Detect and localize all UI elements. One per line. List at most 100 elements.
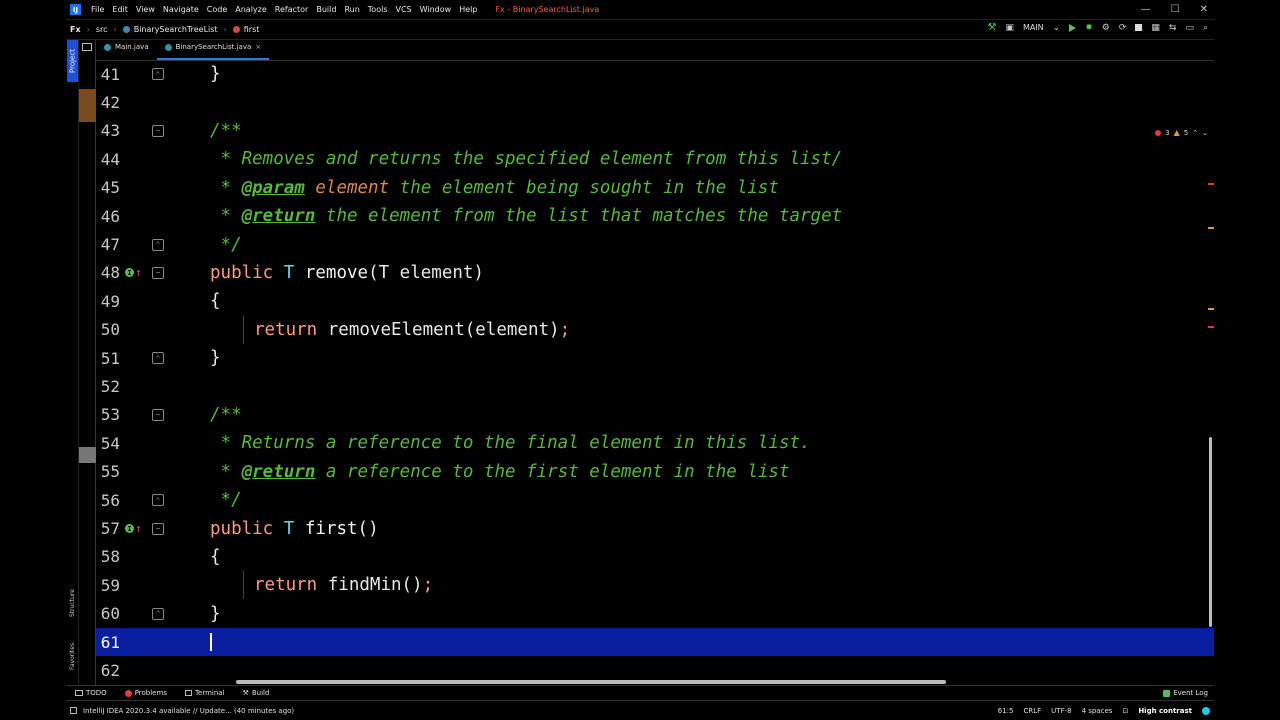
status-message[interactable]: IntelliJ IDEA 2020.3.4 available // Upda… bbox=[83, 707, 294, 715]
code-line[interactable]: 57 I ↑ − public T first() bbox=[96, 514, 1214, 542]
javadoc-tag[interactable]: @return bbox=[242, 462, 316, 482]
code-line[interactable]: 47 ⌃ */ bbox=[96, 230, 1214, 258]
menu-navigate[interactable]: Navigate bbox=[159, 5, 203, 14]
event-log-button[interactable]: Event Log bbox=[1163, 689, 1208, 697]
fold-end-icon[interactable]: ⌃ bbox=[152, 352, 164, 365]
close-window-button[interactable]: ✕ bbox=[1200, 4, 1208, 15]
line-number[interactable]: 53 bbox=[96, 405, 120, 424]
method-call[interactable]: findMin() bbox=[328, 575, 423, 595]
line-number[interactable]: 60 bbox=[96, 604, 120, 623]
breadcrumb-class[interactable]: BinarySearchTreeList bbox=[119, 25, 222, 34]
code-line[interactable]: 53 − /** bbox=[96, 401, 1214, 429]
method-call[interactable]: removeElement(element) bbox=[328, 320, 560, 340]
code-line[interactable]: 51 ⌃} bbox=[96, 344, 1214, 372]
code-line[interactable]: 48 I ↑ − public T remove(T element) bbox=[96, 259, 1214, 287]
code-line[interactable]: 46 * @return the element from the list t… bbox=[96, 202, 1214, 230]
code-line[interactable]: 52 bbox=[96, 372, 1214, 400]
line-number[interactable]: 58 bbox=[96, 547, 120, 566]
line-number[interactable]: 62 bbox=[96, 661, 120, 680]
line-number[interactable]: 51 bbox=[96, 349, 120, 368]
line-number[interactable]: 52 bbox=[96, 377, 120, 396]
code-line[interactable]: 59 return findMin(); bbox=[96, 571, 1214, 600]
breadcrumb-project[interactable]: Fx bbox=[66, 25, 85, 34]
project-tool-tab[interactable]: Project bbox=[67, 40, 78, 82]
debug-icon[interactable]: ✹ bbox=[1085, 23, 1093, 33]
menu-edit[interactable]: Edit bbox=[108, 5, 132, 14]
build-tool-button[interactable]: ⚒ Build bbox=[234, 689, 279, 697]
line-number[interactable]: 55 bbox=[96, 462, 120, 481]
color-scheme[interactable]: High contrast bbox=[1138, 707, 1192, 715]
code-line[interactable]: 60 ⌃} bbox=[96, 600, 1214, 628]
code-line[interactable]: 44 * Removes and returns the specified e… bbox=[96, 145, 1214, 173]
fold-collapse-icon[interactable]: − bbox=[152, 266, 164, 279]
menu-analyze[interactable]: Analyze bbox=[231, 5, 271, 14]
menu-view[interactable]: View bbox=[132, 5, 159, 14]
chevron-down-icon[interactable]: ⌄ bbox=[1053, 23, 1061, 33]
code-line[interactable]: 61 bbox=[96, 628, 1214, 657]
code-editor[interactable]: 41 ⌃} 42 43 − /** 44 * Removes and returns the… bbox=[96, 61, 1214, 682]
project-structure-icon[interactable]: ▦ bbox=[1151, 23, 1160, 33]
error-marker[interactable] bbox=[1208, 183, 1214, 185]
lock-icon[interactable]: ⊡ bbox=[1122, 707, 1128, 715]
notifications-icon[interactable] bbox=[1202, 706, 1210, 715]
window-icon[interactable]: ▭ bbox=[1185, 23, 1194, 33]
warning-marker[interactable] bbox=[1208, 227, 1214, 229]
implements-gutter-icon[interactable]: I ↑ bbox=[125, 266, 142, 279]
code-line[interactable]: 50 return removeElement(element); bbox=[96, 315, 1214, 344]
menu-refactor[interactable]: Refactor bbox=[271, 5, 313, 14]
code-line[interactable]: 62 bbox=[96, 656, 1214, 682]
breadcrumb-method[interactable]: first bbox=[229, 25, 264, 34]
line-number[interactable]: 56 bbox=[96, 491, 120, 510]
code-line[interactable]: 41 ⌃} bbox=[96, 61, 1214, 88]
tab-binarysearchlist-java[interactable]: BinarySearchList.java × bbox=[156, 39, 270, 60]
structure-tool-tab[interactable]: Structure bbox=[67, 585, 78, 621]
menu-help[interactable]: Help bbox=[455, 5, 481, 14]
search-icon[interactable]: ⌕ bbox=[1203, 23, 1208, 33]
fold-collapse-icon[interactable]: − bbox=[152, 408, 164, 421]
line-number[interactable]: 54 bbox=[96, 434, 120, 453]
menu-vcs[interactable]: VCS bbox=[392, 5, 416, 14]
line-number[interactable]: 50 bbox=[96, 320, 120, 339]
javadoc-tag[interactable]: @param bbox=[242, 178, 305, 198]
menu-window[interactable]: Window bbox=[416, 5, 456, 14]
fold-end-icon[interactable]: ⌃ bbox=[152, 68, 164, 81]
menu-run[interactable]: Run bbox=[340, 5, 363, 14]
favorites-tool-tab[interactable]: Favorites bbox=[67, 638, 78, 674]
horizontal-scrollbar[interactable] bbox=[236, 680, 946, 684]
code-line[interactable]: 58 { bbox=[96, 543, 1214, 571]
fold-collapse-icon[interactable]: − bbox=[152, 124, 164, 137]
code-line[interactable]: 43 − /** bbox=[96, 117, 1214, 145]
terminal-tool-button[interactable]: Terminal bbox=[176, 689, 234, 697]
panel-icon[interactable] bbox=[82, 43, 92, 51]
build-hammer-icon[interactable]: ⚒ bbox=[987, 22, 996, 33]
vcs-icon[interactable]: ⇆ bbox=[1169, 23, 1177, 33]
close-tab-icon[interactable]: × bbox=[255, 43, 261, 51]
code-line[interactable]: 54 * Returns a reference to the final el… bbox=[96, 429, 1214, 457]
menu-file[interactable]: File bbox=[87, 5, 108, 14]
maximize-button[interactable]: ☐ bbox=[1171, 4, 1180, 15]
line-number[interactable]: 41 bbox=[96, 65, 120, 84]
line-number[interactable]: 61 bbox=[96, 633, 120, 652]
problems-tool-button[interactable]: Problems bbox=[116, 689, 176, 697]
line-number[interactable]: 44 bbox=[96, 150, 120, 169]
fold-collapse-icon[interactable]: − bbox=[152, 522, 164, 535]
error-marker[interactable] bbox=[1208, 326, 1214, 328]
code-line[interactable]: 42 bbox=[96, 88, 1214, 116]
caret-position[interactable]: 61:5 bbox=[998, 707, 1014, 715]
toggle-tool-windows-icon[interactable] bbox=[70, 707, 77, 714]
breadcrumb-src[interactable]: src bbox=[92, 25, 112, 34]
line-number[interactable]: 49 bbox=[96, 292, 120, 311]
line-number[interactable]: 59 bbox=[96, 576, 120, 595]
code-line[interactable]: 56 ⌃ */ bbox=[96, 486, 1214, 514]
line-number[interactable]: 47 bbox=[96, 235, 120, 254]
line-number[interactable]: 43 bbox=[96, 121, 120, 140]
tab-main-java[interactable]: Main.java bbox=[96, 39, 157, 60]
run-icon[interactable] bbox=[1069, 23, 1077, 32]
vertical-scrollbar[interactable] bbox=[1209, 437, 1212, 627]
profile-icon[interactable]: ⟳ bbox=[1119, 23, 1127, 33]
implements-gutter-icon[interactable]: I ↑ bbox=[125, 522, 142, 535]
line-number[interactable]: 45 bbox=[96, 178, 120, 197]
menu-code[interactable]: Code bbox=[203, 5, 231, 14]
line-number[interactable]: 57 bbox=[96, 519, 120, 538]
code-line[interactable]: 55 * @return a reference to the first el… bbox=[96, 458, 1214, 486]
